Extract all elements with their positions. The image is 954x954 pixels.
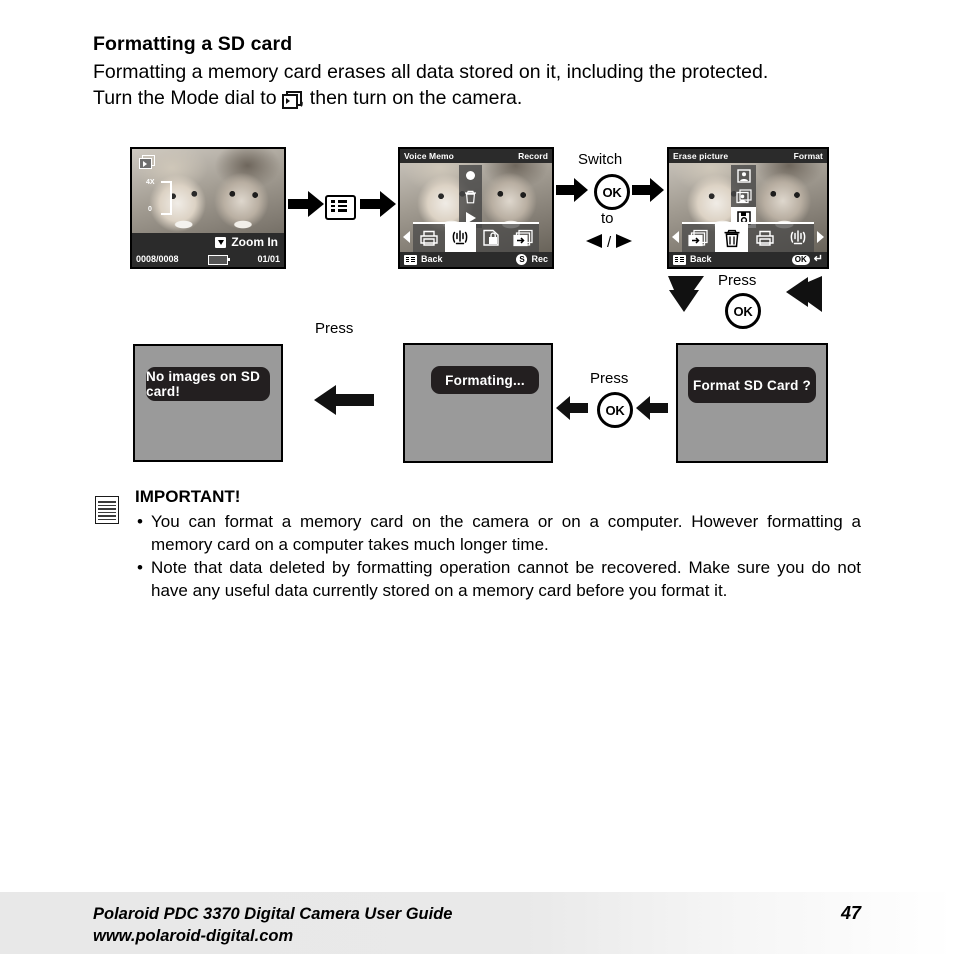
record-dot-icon[interactable]: [459, 165, 482, 186]
lcd-screen-no-images: No images on SD card!: [133, 344, 283, 462]
arrow-down-icon: [668, 276, 704, 312]
trash-icon[interactable]: [459, 186, 482, 207]
switch-label: Switch: [578, 151, 623, 168]
lcd-screen-voice-memo: Voice Memo Record Back S Rec: [398, 147, 554, 269]
zoom-in-label: Zoom In: [231, 235, 278, 249]
protect-icon[interactable]: [476, 222, 508, 252]
note-icon: [95, 496, 119, 524]
voice-memo-title-bar: Voice Memo Record: [400, 149, 552, 163]
zoom-in-hint-bar: Zoom In: [132, 233, 284, 252]
intro-paragraph: Formatting a memory card erases all data…: [93, 61, 769, 83]
connector-switch-arrows: [556, 178, 664, 207]
screen-title-right: Record: [518, 151, 548, 161]
mode-dial-text-before: Turn the Mode dial to: [93, 86, 282, 109]
print-icon[interactable]: [413, 222, 445, 252]
lcd-screen-erase-picture: Erase picture Format Back OK ↵: [667, 147, 829, 269]
to-label: to: [601, 210, 614, 227]
erase-picture-title-bar: Erase picture Format: [669, 149, 827, 163]
connector-arrow-left-2: [556, 396, 668, 425]
footer-text: Polaroid PDC 3370 Digital Camera User Gu…: [93, 903, 452, 947]
image-counter: 0008/0008: [136, 254, 179, 264]
page-number: 47: [840, 903, 861, 923]
erase-picture-icon-strip: [669, 222, 827, 252]
print-icon[interactable]: [748, 222, 781, 252]
zoom-scale-indicator: 4X 0: [146, 179, 172, 215]
voice-memo-icon[interactable]: [444, 222, 476, 252]
erase-picture-status-bar: Back OK ↵: [669, 252, 827, 267]
back-label: Back: [421, 254, 443, 264]
zoom-scale-max-label: 4X: [146, 179, 155, 186]
playback-status-bar: 0008/0008 01/01: [132, 252, 284, 267]
mode-dial-instruction: Turn the Mode dial to , then turn on the…: [93, 86, 861, 112]
back-label: Back: [690, 254, 712, 264]
arrow-left-icon: [586, 234, 602, 248]
zoom-scale-min-label: 0: [148, 206, 152, 213]
battery-icon: [208, 254, 230, 265]
playback-mode-indicator-icon: [139, 155, 155, 169]
menu-button-icon[interactable]: [673, 254, 686, 265]
shutter-badge-icon: S: [516, 254, 528, 265]
intro-text-block: Formatting a SD card Formatting a memory…: [93, 33, 861, 111]
trash-icon[interactable]: [715, 222, 748, 252]
svg-text:/: /: [607, 234, 612, 251]
all-images-icon[interactable]: [731, 186, 756, 207]
arrow-left-icon: [786, 276, 822, 312]
format-prompt-message: Format SD Card ?: [688, 367, 816, 403]
arrow-left-icon: [556, 396, 588, 420]
page-counter: 01/01: [257, 254, 280, 264]
press-ok-top-label: Press: [718, 272, 757, 289]
manual-page: Formatting a SD card Formatting a memory…: [0, 0, 954, 954]
voice-memo-submenu: [459, 165, 482, 228]
menu-button-icon: [325, 195, 356, 220]
left-right-button-icons: /: [578, 230, 640, 257]
enter-key-icon: ↵: [813, 253, 823, 265]
down-button-icon: [215, 237, 227, 248]
note-bullet-list: You can format a memory card on the came…: [135, 511, 861, 603]
connector-arrow-left-1: [312, 384, 374, 421]
scroll-right-arrow-icon[interactable]: [814, 222, 827, 252]
copy-icon[interactable]: [507, 222, 539, 252]
mode-dial-text-after: , then turn on the camera.: [298, 86, 523, 109]
screen-title: Voice Memo: [404, 151, 454, 161]
voice-memo-status-bar: Back S Rec: [400, 252, 552, 267]
arrow-right-icon: [556, 178, 664, 202]
ok-badge-icon: OK: [791, 254, 810, 265]
arrow-left-icon: [314, 385, 374, 415]
footer-line-2: www.polaroid-digital.com: [93, 927, 294, 945]
note-title: IMPORTANT!: [135, 487, 241, 506]
copy-icon[interactable]: [682, 222, 715, 252]
playback-mode-icon: [281, 90, 302, 109]
screen-title-right: Format: [793, 151, 823, 161]
page-title: Formatting a SD card: [93, 33, 293, 55]
lcd-screen-playback: 4X 0 Zoom In 0008/0008 01/01: [130, 147, 286, 269]
menu-button-icon[interactable]: [404, 254, 417, 265]
erase-picture-submenu: [731, 165, 756, 228]
lcd-screen-formatting: Formating...: [403, 343, 553, 463]
no-images-message: No images on SD card!: [146, 367, 270, 401]
press-ok-bottom-label: Press: [590, 370, 629, 387]
lcd-screen-format-prompt: Format SD Card ?: [676, 343, 828, 463]
formatting-message: Formating...: [431, 366, 539, 394]
list-item: Note that data deleted by formatting ope…: [135, 557, 861, 602]
page-footer: Polaroid PDC 3370 Digital Camera User Gu…: [0, 892, 954, 954]
single-image-icon[interactable]: [731, 165, 756, 186]
voice-memo-icon-strip: [400, 222, 552, 252]
arrow-right-icon: [616, 234, 632, 248]
elbow-arrow-left-up: [778, 274, 824, 327]
voice-memo-icon[interactable]: [781, 222, 814, 252]
press-menu-label: Press: [315, 320, 354, 337]
screen-title: Erase picture: [673, 151, 729, 161]
scroll-left-arrow-icon[interactable]: [669, 222, 682, 252]
arrow-left-icon: [636, 396, 668, 420]
workflow-diagram: 4X 0 Zoom In 0008/0008 01/01 Press Voice…: [0, 140, 954, 480]
footer-line-1: Polaroid PDC 3370 Digital Camera User Gu…: [93, 905, 453, 923]
list-item: You can format a memory card on the came…: [135, 511, 861, 556]
elbow-arrow-down-left: [666, 274, 712, 327]
ok-button-icon-confirm[interactable]: OK: [725, 293, 761, 329]
rec-label: Rec: [531, 254, 548, 264]
scroll-left-arrow-icon[interactable]: [400, 222, 413, 252]
